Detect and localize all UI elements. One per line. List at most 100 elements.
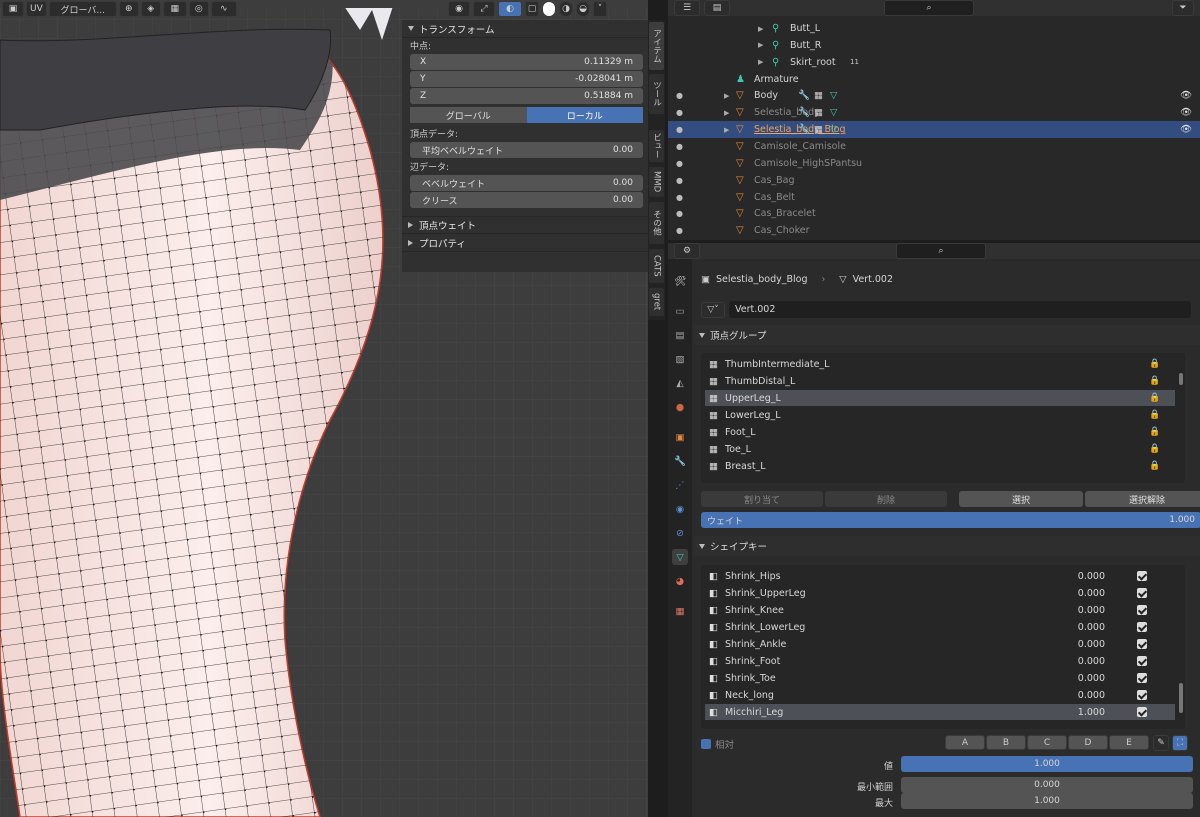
abcde-button[interactable]: C [1027,735,1067,750]
abcde-button[interactable]: E [1109,735,1149,750]
data-tab-icon[interactable]: ▽ [672,549,688,565]
view-layer-tab-icon[interactable]: ▧ [672,351,688,367]
expand-arrow-icon[interactable]: ▶ [724,109,729,117]
shading-solid-icon[interactable] [542,1,556,17]
shape-key-item[interactable]: ◧ Shrink_Toe 0.000 [705,670,1175,686]
shape-key-mute-checkbox[interactable] [1137,707,1147,717]
mesh-browse-icon[interactable]: ▽˅ [701,301,725,318]
shape-key-mute-checkbox[interactable] [1137,622,1147,632]
expand-arrow-icon[interactable]: ▶ [724,126,729,134]
lock-icon[interactable]: 🔒 [1149,411,1160,420]
weight-slider[interactable]: ウェイト 1.000 [701,512,1200,528]
lock-icon[interactable]: 🔒 [1149,360,1160,369]
vertex-weights-panel-header[interactable]: 頂点ウェイト [402,216,648,234]
outliner-row[interactable]: ▶ ⚲ Skirt_root 11 [668,54,1200,71]
lock-icon[interactable]: 🔒 [1149,445,1160,454]
outliner-row[interactable]: ▶ ▽ Selestia_body_Blog 🔧 ▦ ▽ 👁 ● [668,121,1200,139]
shape-key-item[interactable]: ◧ Neck_long 0.000 [705,687,1175,703]
visibility-dot-icon[interactable]: ● [676,193,683,202]
outliner-row[interactable]: ▶ ⚲ Butt_L [668,20,1200,37]
vertex-group-item[interactable]: ▦ Foot_L 🔒 [705,424,1175,440]
tab-item[interactable]: アイテム [649,22,664,70]
visibility-dot-icon[interactable]: ● [676,226,683,235]
visibility-dot-icon[interactable]: ● [676,159,683,168]
vertex-group-item[interactable]: ▦ ThumbDistal_L 🔒 [705,373,1175,389]
shape-key-value[interactable]: 0.000 [1078,656,1105,667]
select-button[interactable]: 選択 [959,491,1083,507]
shape-key-item[interactable]: ◧ Shrink_Ankle 0.000 [705,636,1175,652]
vertex-group-item[interactable]: ▦ ThumbIntermediate_L 🔒 [705,356,1175,372]
eye-icon[interactable]: 👁 [1180,107,1192,118]
abcde-button[interactable]: D [1068,735,1108,750]
snap-icon[interactable]: ◈ [140,1,161,17]
object-tab-icon[interactable]: ▣ [672,429,688,445]
pivot-icon[interactable]: ⊕ [118,1,139,17]
min-field[interactable]: 0.000 [901,777,1193,793]
relative-checkbox[interactable] [701,739,711,749]
tab-tool[interactable]: ツール [649,74,664,114]
particles-tab-icon[interactable]: ⋰ [672,477,688,493]
edit-mode-icon[interactable]: ⛶ [1172,735,1188,751]
visibility-dot-icon[interactable]: ● [676,209,683,218]
falloff-icon[interactable]: ∿ [210,1,237,17]
shading-render-icon[interactable]: ◒ [576,1,590,17]
render-tab-icon[interactable]: ▭ [672,303,688,319]
median-y-field[interactable]: Y -0.028041 m [410,71,643,87]
xray-icon[interactable]: ▢ [525,1,539,17]
expand-arrow-icon[interactable]: ▶ [758,58,763,66]
shape-key-item[interactable]: ◧ Shrink_Foot 0.000 [705,653,1175,669]
overlay-icon[interactable]: ◐ [498,1,522,17]
max-field[interactable]: 1.000 [901,793,1193,809]
shape-key-item[interactable]: ◧ Shrink_LowerLeg 0.000 [705,619,1175,635]
vertex-groups-header[interactable]: 頂点グループ [693,325,1200,345]
shape-key-item[interactable]: ◧ Shrink_Knee 0.000 [705,602,1175,618]
vertex-group-item[interactable]: ▦ Toe_L 🔒 [705,441,1175,457]
mesh-name-field[interactable]: Vert.002 [729,301,1191,318]
texture-tab-icon[interactable]: ▦ [672,603,688,619]
outliner-row[interactable]: ▽ Cas_Choker ● [668,222,1200,239]
shading-material-icon[interactable]: ◑ [559,1,573,17]
list-scrollbar[interactable] [1179,683,1183,713]
editor-type-icon[interactable]: ▣ [2,1,24,17]
expand-arrow-icon[interactable]: ▶ [758,41,763,49]
modifier-tab-icon[interactable]: 🔧 [672,453,688,469]
shape-key-mute-checkbox[interactable] [1137,656,1147,666]
shape-key-item[interactable]: ◧ Shrink_UpperLeg 0.000 [705,585,1175,601]
shape-key-value[interactable]: 0.000 [1078,571,1105,582]
global-button[interactable]: グローバル [410,107,527,123]
median-z-field[interactable]: Z 0.51884 m [410,88,643,104]
outliner-row[interactable]: ▶ ▽ Body 🔧 ▦ ▽ 👁 ● [668,87,1200,104]
shading-dropdown-icon[interactable]: ˅ [593,1,607,17]
shape-key-value[interactable]: 0.000 [1078,690,1105,701]
shape-key-value[interactable]: 0.000 [1078,605,1105,616]
shape-key-mute-checkbox[interactable] [1137,639,1147,649]
expand-arrow-icon[interactable]: ▶ [724,92,729,100]
abcde-button[interactable]: A [945,735,985,750]
outliner-search-input[interactable]: ⌕ [884,0,974,16]
scene-tab-icon[interactable]: ◭ [672,375,688,391]
visibility-dot-icon[interactable]: ● [676,91,683,100]
expand-arrow-icon[interactable]: ▶ [758,25,763,33]
shape-key-mute-checkbox[interactable] [1137,605,1147,615]
uv-menu[interactable]: UV [26,1,47,17]
shape-key-value[interactable]: 0.000 [1078,588,1105,599]
display-mode-icon[interactable]: ▤ [704,0,730,16]
outliner-row[interactable]: ▽ Cas_Belt ● [668,189,1200,206]
deselect-button[interactable]: 選択解除 [1085,491,1200,507]
transform-orientation-dropdown[interactable]: グローバ... [48,1,117,17]
shape-key-item[interactable]: ◧ Shrink_Hips 0.000 [705,568,1175,584]
visibility-dot-icon[interactable]: ● [676,176,683,185]
tab-cats[interactable]: CATS [649,249,664,283]
outliner-row[interactable]: ♟ Armature [668,71,1200,88]
shape-key-item[interactable]: ◧ Micchiri_Leg 1.000 [705,704,1175,720]
mean-bevel-weight-field[interactable]: 平均ベベルウェイト 0.00 [410,142,643,158]
outliner-row[interactable]: ▽ Cas_Bag ● [668,172,1200,189]
grid-snap-icon[interactable]: ▦ [162,1,187,17]
filter-icon[interactable]: ⏷ [1172,0,1194,16]
vertex-group-item[interactable]: ▦ Breast_L 🔒 [705,458,1175,474]
outliner-editor-icon[interactable]: ☰ [674,0,700,16]
lock-icon[interactable]: 🔒 [1149,377,1160,386]
outliner-row[interactable]: ▶ ▽ Selestia_body 🔧 ▦ ▽ 👁 ● [668,104,1200,121]
shape-key-mute-checkbox[interactable] [1137,571,1147,581]
shape-key-value[interactable]: 1.000 [1078,707,1105,718]
